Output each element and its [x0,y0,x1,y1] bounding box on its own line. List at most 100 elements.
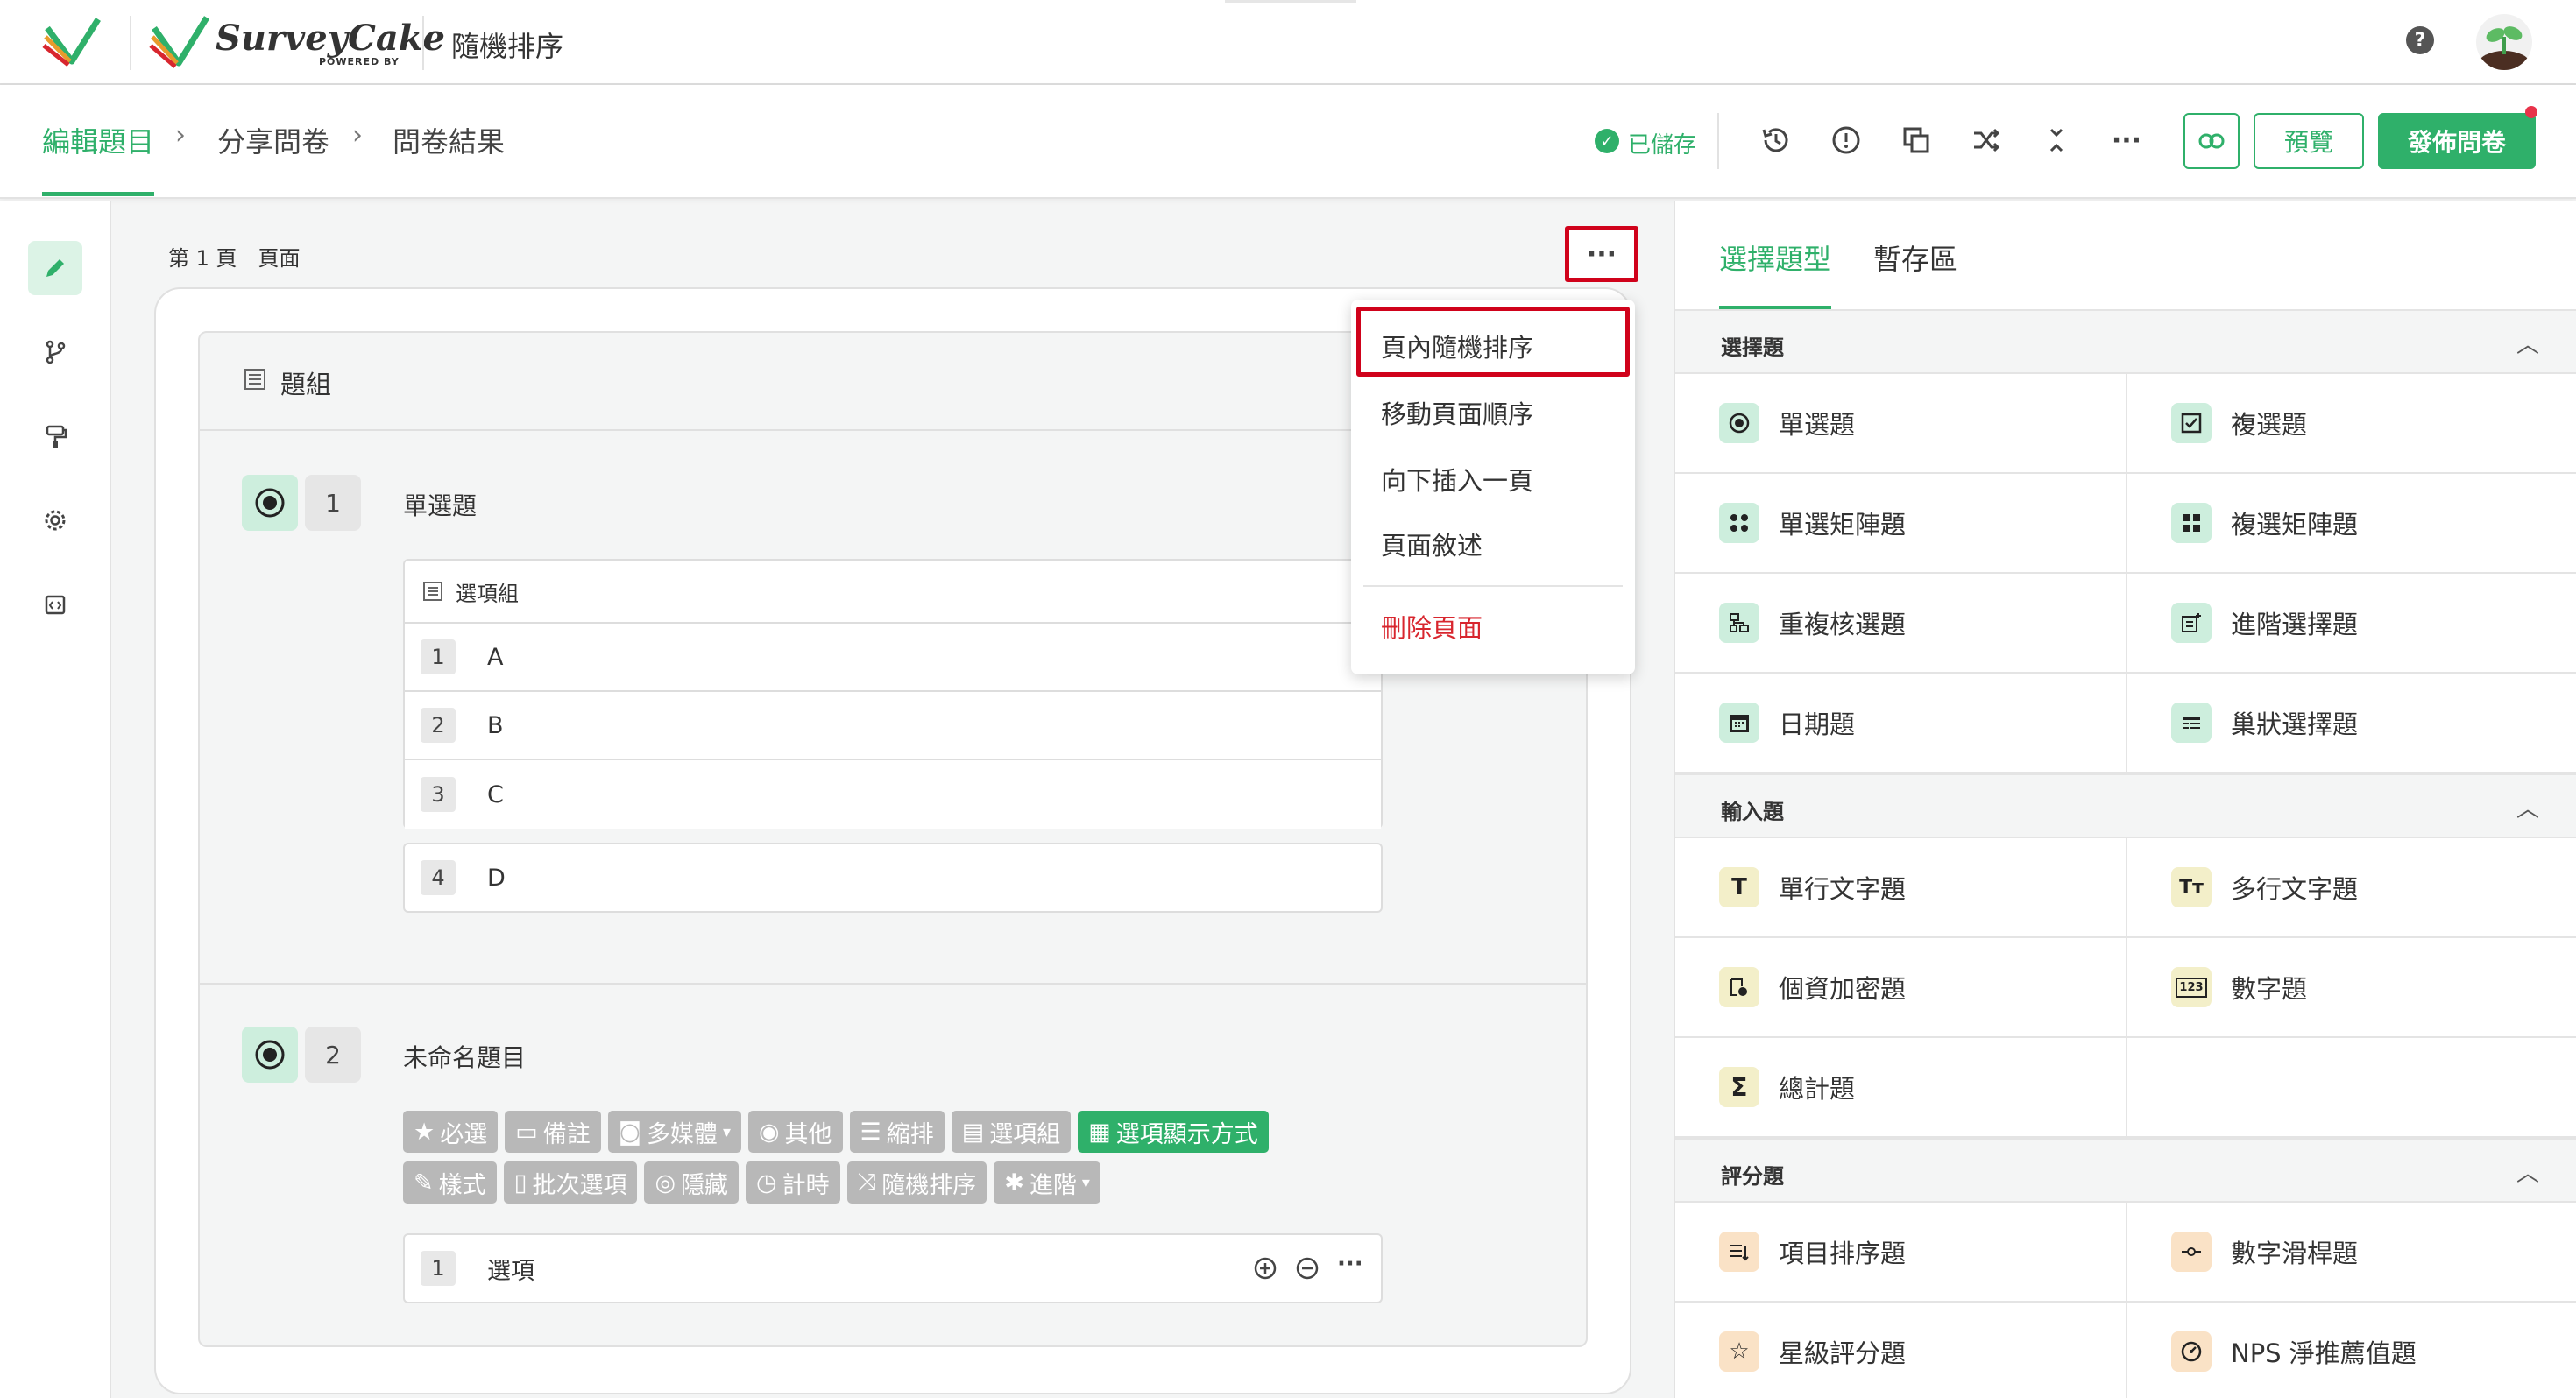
type-star-rating[interactable]: ☆ 星級評分題 [1675,1303,2126,1398]
sigma-icon: Σ [1719,1067,1759,1107]
history-icon[interactable] [1756,120,1796,160]
note-chip[interactable]: ▭ 備註 [505,1111,601,1153]
code-icon[interactable] [28,577,82,632]
survey-title[interactable]: 隨機排序 [451,25,563,65]
option-row[interactable]: 1 選項 [403,1233,1383,1303]
menu-item-page-description[interactable]: 頁面敘述 [1381,526,1483,562]
breadcrumb-share[interactable]: 分享問卷 [217,120,329,160]
page-more-button[interactable]: ··· [1565,226,1638,282]
other-chip[interactable]: ◉ 其他 [747,1111,843,1153]
remove-circle-icon[interactable] [1295,1256,1320,1281]
breadcrumb-results[interactable]: 問卷結果 [393,120,505,160]
question-title[interactable]: 單選題 [403,487,477,522]
check-circle-icon: ✓ [1595,129,1619,153]
pencil-icon[interactable] [28,241,82,295]
add-circle-icon[interactable] [1253,1256,1277,1281]
gauge-icon [2171,1331,2212,1372]
document-icon: ▯ [513,1169,527,1197]
option-text[interactable]: B [487,712,504,739]
question-title[interactable]: 未命名題目 [403,1039,526,1074]
option-row[interactable]: 1 A [405,624,1381,692]
preview-button[interactable]: 預覽 [2254,113,2364,169]
sidebar [0,201,111,1398]
group-label[interactable]: 題組 [280,364,331,401]
paint-roller-icon[interactable] [28,409,82,463]
type-advanced-choice[interactable]: 進階選擇題 [2127,574,2576,674]
menu-item-insert-page[interactable]: 向下插入一頁 [1381,461,1533,498]
type-label: NPS 淨推薦值題 [2231,1338,2417,1368]
type-multi-matrix[interactable]: 複選矩陣題 [2127,474,2576,574]
option-row[interactable]: 4 D [403,843,1383,913]
type-nested-choice[interactable]: 巢狀選擇題 [2127,674,2576,773]
more-horizontal-icon[interactable]: ··· [1337,1251,1363,1277]
copy-icon[interactable] [1896,120,1936,160]
type-date[interactable]: 日期題 [1675,674,2126,773]
chevron-up-icon[interactable]: ︿ [2516,327,2539,359]
style-chip[interactable]: ✎ 樣式 [403,1161,497,1204]
breadcrumb-edit[interactable]: 編輯題目 [42,120,154,160]
menu-item-shuffle-page[interactable]: 頁內隨機排序 [1381,328,1533,364]
type-ranking[interactable]: 項目排序題 [1675,1203,2126,1303]
option-text[interactable]: 選項 [487,1252,534,1286]
page-name[interactable]: 頁面 [258,246,301,271]
chevron-up-icon[interactable]: ︿ [2516,791,2539,823]
hide-chip[interactable]: ◎ 隱藏 [644,1161,740,1204]
avatar[interactable] [2476,14,2532,70]
type-repeat-check[interactable]: 重複核選題 [1675,574,2126,674]
shuffle-icon[interactable] [1966,120,2006,160]
publish-button[interactable]: 發佈問卷 [2378,113,2536,169]
comment-icon: ▭ [515,1118,538,1146]
section-title: 評分題 [1721,1164,1784,1189]
menu-item-delete-page[interactable]: 刪除頁面 [1381,608,1483,645]
option-group-label[interactable]: 選項組 [456,576,519,607]
type-multiple-choice[interactable]: 複選題 [2127,374,2576,474]
option-text[interactable]: A [487,644,503,671]
branch-icon[interactable] [28,325,82,379]
type-single-matrix[interactable]: 單選矩陣題 [1675,474,2126,574]
option-number: 1 [421,639,456,674]
type-multi-line-text[interactable]: Tт 多行文字題 [2127,838,2576,938]
section-header[interactable]: 選擇題 ︿ [1675,309,2576,374]
menu-item-move-page[interactable]: 移動頁面順序 [1381,394,1533,431]
app-logo-icon[interactable] [42,16,103,68]
type-nps[interactable]: NPS 淨推薦值題 [2127,1303,2576,1398]
type-total[interactable]: Σ 總計題 [1675,1038,2126,1138]
timer-chip[interactable]: ◷ 計時 [746,1161,840,1204]
type-label: 單選矩陣題 [1779,510,1907,540]
option-display-chip[interactable]: ▦ 選項顯示方式 [1078,1111,1269,1153]
media-chip[interactable]: ◙ 多媒體 ▾ [607,1111,741,1153]
type-slider[interactable]: 數字滑桿題 [2127,1203,2576,1303]
shuffle-chip[interactable]: ⤨ 隨機排序 [846,1161,987,1204]
batch-options-chip[interactable]: ▯ 批次選項 [503,1161,638,1204]
option-row[interactable]: 3 C [405,760,1381,829]
text-size-icon: Tт [2171,867,2212,907]
question-type-panel: 選擇題型 暫存區 選擇題 ︿ 單選題 複選題 單選矩陣題 複選矩陣題 重複核選題… [1674,201,2576,1398]
help-icon[interactable]: ? [2406,26,2434,54]
option-number: 4 [421,860,456,895]
required-chip[interactable]: ★ 必選 [403,1111,499,1153]
type-number[interactable]: 123 數字題 [2127,938,2576,1038]
type-single-line-text[interactable]: T 單行文字題 [1675,838,2126,938]
text-icon: T [1719,867,1759,907]
tab-staging[interactable]: 暫存區 [1873,237,1957,278]
option-group-chip[interactable]: ▤ 選項組 [951,1111,1072,1153]
option-row[interactable]: 2 B [405,692,1381,760]
chevron-right-icon: › [352,120,363,151]
section-header[interactable]: 輸入題 ︿ [1675,773,2576,838]
indent-chip[interactable]: ☰ 縮排 [849,1111,945,1153]
star-icon: ★ [414,1118,435,1146]
link-icon[interactable] [2183,113,2240,169]
type-label: 單行文字題 [1779,874,1907,904]
section-header[interactable]: 評分題 ︿ [1675,1138,2576,1203]
type-encrypted-personal[interactable]: 個資加密題 [1675,938,2126,1038]
alert-circle-icon[interactable] [1826,120,1866,160]
more-horizontal-icon[interactable]: ··· [2106,120,2147,160]
option-text[interactable]: C [487,781,504,808]
chevron-up-icon[interactable]: ︿ [2516,1155,2539,1188]
gear-icon[interactable] [28,493,82,547]
tab-question-types[interactable]: 選擇題型 [1719,237,1831,278]
collapse-icon[interactable] [2036,120,2077,160]
option-text[interactable]: D [487,865,506,892]
advanced-chip[interactable]: ✱ 進階 ▾ [994,1161,1100,1204]
type-single-choice[interactable]: 單選題 [1675,374,2126,474]
